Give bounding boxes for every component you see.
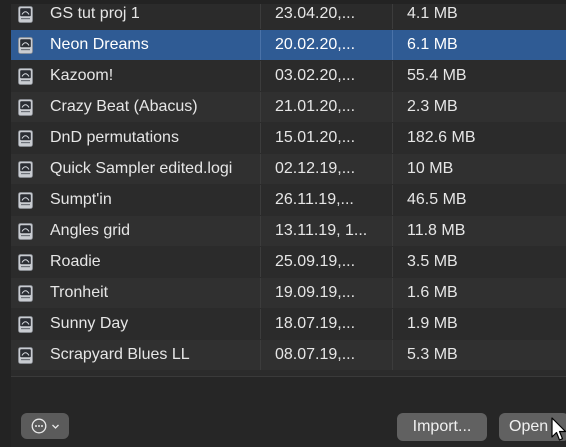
file-size-cell: 55.4 MB [392, 61, 566, 91]
logic-project-icon [18, 346, 33, 364]
file-name: Quick Sampler edited.logi [50, 160, 233, 177]
file-name-cell: Quick Sampler edited.logi [11, 154, 260, 184]
file-name: DnD permutations [50, 129, 179, 146]
logic-project-icon [18, 284, 33, 302]
file-row[interactable]: DnD permutations 15.01.20,... 182.6 MB [11, 123, 566, 153]
date-modified-cell: 20.02.20,... [260, 30, 392, 60]
logic-project-icon [18, 36, 33, 54]
date-modified-cell: 26.11.19,... [260, 185, 392, 215]
file-size-cell: 46.5 MB [392, 185, 566, 215]
file-size-cell: 2.3 MB [392, 92, 566, 122]
date-modified-cell: 03.02.20,... [260, 61, 392, 91]
file-size-cell: 1.6 MB [392, 278, 566, 308]
file-row[interactable]: Scrapyard Blues LL 08.07.19,... 5.3 MB [11, 340, 566, 370]
file-row[interactable]: Quick Sampler edited.logi 02.12.19,... 10 … [11, 154, 566, 184]
date-modified-cell: 13.11.19, 1... [260, 216, 392, 246]
file-name: Sumpt'in [50, 191, 112, 208]
chevron-down-icon [51, 424, 59, 429]
date-modified-cell: 08.07.19,... [260, 340, 392, 370]
file-row[interactable]: Sunny Day 18.07.19,... 1.9 MB [11, 309, 566, 339]
file-size-cell: 3.5 MB [392, 247, 566, 277]
file-name-cell: Crazy Beat (Abacus) [11, 92, 260, 122]
file-open-dialog: GS tut proj 1 23.04.20,... 4.1 MB Neon Drea… [0, 0, 566, 447]
file-row[interactable]: Neon Dreams 20.02.20,... 6.1 MB [11, 30, 566, 60]
file-size-cell: 182.6 MB [392, 123, 566, 153]
file-name: Scrapyard Blues LL [50, 346, 190, 363]
file-size-cell: 4.1 MB [392, 4, 566, 29]
logic-project-icon [18, 129, 33, 147]
logic-project-icon [18, 315, 33, 333]
date-modified-cell: 02.12.19,... [260, 154, 392, 184]
file-size-cell: 6.1 MB [392, 30, 566, 60]
file-name: Neon Dreams [50, 36, 149, 53]
file-size-cell: 5.3 MB [392, 340, 566, 370]
file-row[interactable]: Sumpt'in 26.11.19,... 46.5 MB [11, 185, 566, 215]
date-modified-cell: 21.01.20,... [260, 92, 392, 122]
file-name-cell: Neon Dreams [11, 30, 260, 60]
file-name: Roadie [50, 253, 101, 270]
logic-project-icon [18, 67, 33, 85]
file-name-cell: Scrapyard Blues LL [11, 340, 260, 370]
file-row[interactable]: Crazy Beat (Abacus) 21.01.20,... 2.3 MB [11, 92, 566, 122]
date-modified-cell: 19.09.19,... [260, 278, 392, 308]
logic-project-icon [18, 191, 33, 209]
file-size-cell: 1.9 MB [392, 309, 566, 339]
ellipsis-circle-icon [31, 418, 46, 434]
date-modified-cell: 18.07.19,... [260, 309, 392, 339]
file-name: GS tut proj 1 [50, 5, 140, 22]
file-name: Angles grid [50, 222, 131, 239]
file-name-cell: Sunny Day [11, 309, 260, 339]
file-list[interactable]: GS tut proj 1 23.04.20,... 4.1 MB Neon Drea… [11, 4, 566, 376]
file-name-cell: Tronheit [11, 278, 260, 308]
file-name: Sunny Day [50, 315, 129, 332]
logic-project-icon [18, 5, 33, 23]
file-name-cell: Angles grid [11, 216, 260, 246]
logic-project-icon [18, 253, 33, 271]
date-modified-cell: 25.09.19,... [260, 247, 392, 277]
file-name-cell: DnD permutations [11, 123, 260, 153]
file-size-cell: 10 MB [392, 154, 566, 184]
import-button[interactable]: Import... [397, 413, 487, 441]
file-name: Crazy Beat (Abacus) [50, 98, 198, 115]
file-size-cell: 11.8 MB [392, 216, 566, 246]
logic-project-icon [18, 98, 33, 116]
dialog-footer: Import... Open [11, 376, 566, 447]
file-name: Kazoom! [50, 67, 114, 84]
logic-project-icon [18, 222, 33, 240]
date-modified-cell: 23.04.20,... [260, 4, 392, 29]
file-name-cell: Sumpt'in [11, 185, 260, 215]
mouse-pointer-icon [551, 417, 566, 441]
file-name: Tronheit [50, 284, 109, 301]
file-row[interactable]: Roadie 25.09.19,... 3.5 MB [11, 247, 566, 277]
file-name-cell: Kazoom! [11, 61, 260, 91]
action-menu-button[interactable] [21, 413, 69, 439]
logic-project-icon [18, 160, 33, 178]
date-modified-cell: 15.01.20,... [260, 123, 392, 153]
file-row[interactable]: Angles grid 13.11.19, 1... 11.8 MB [11, 216, 566, 246]
file-row[interactable]: GS tut proj 1 23.04.20,... 4.1 MB [11, 4, 566, 29]
file-row[interactable]: Kazoom! 03.02.20,... 55.4 MB [11, 61, 566, 91]
file-name-cell: GS tut proj 1 [11, 4, 260, 29]
file-name-cell: Roadie [11, 247, 260, 277]
file-row[interactable]: Tronheit 19.09.19,... 1.6 MB [11, 278, 566, 308]
